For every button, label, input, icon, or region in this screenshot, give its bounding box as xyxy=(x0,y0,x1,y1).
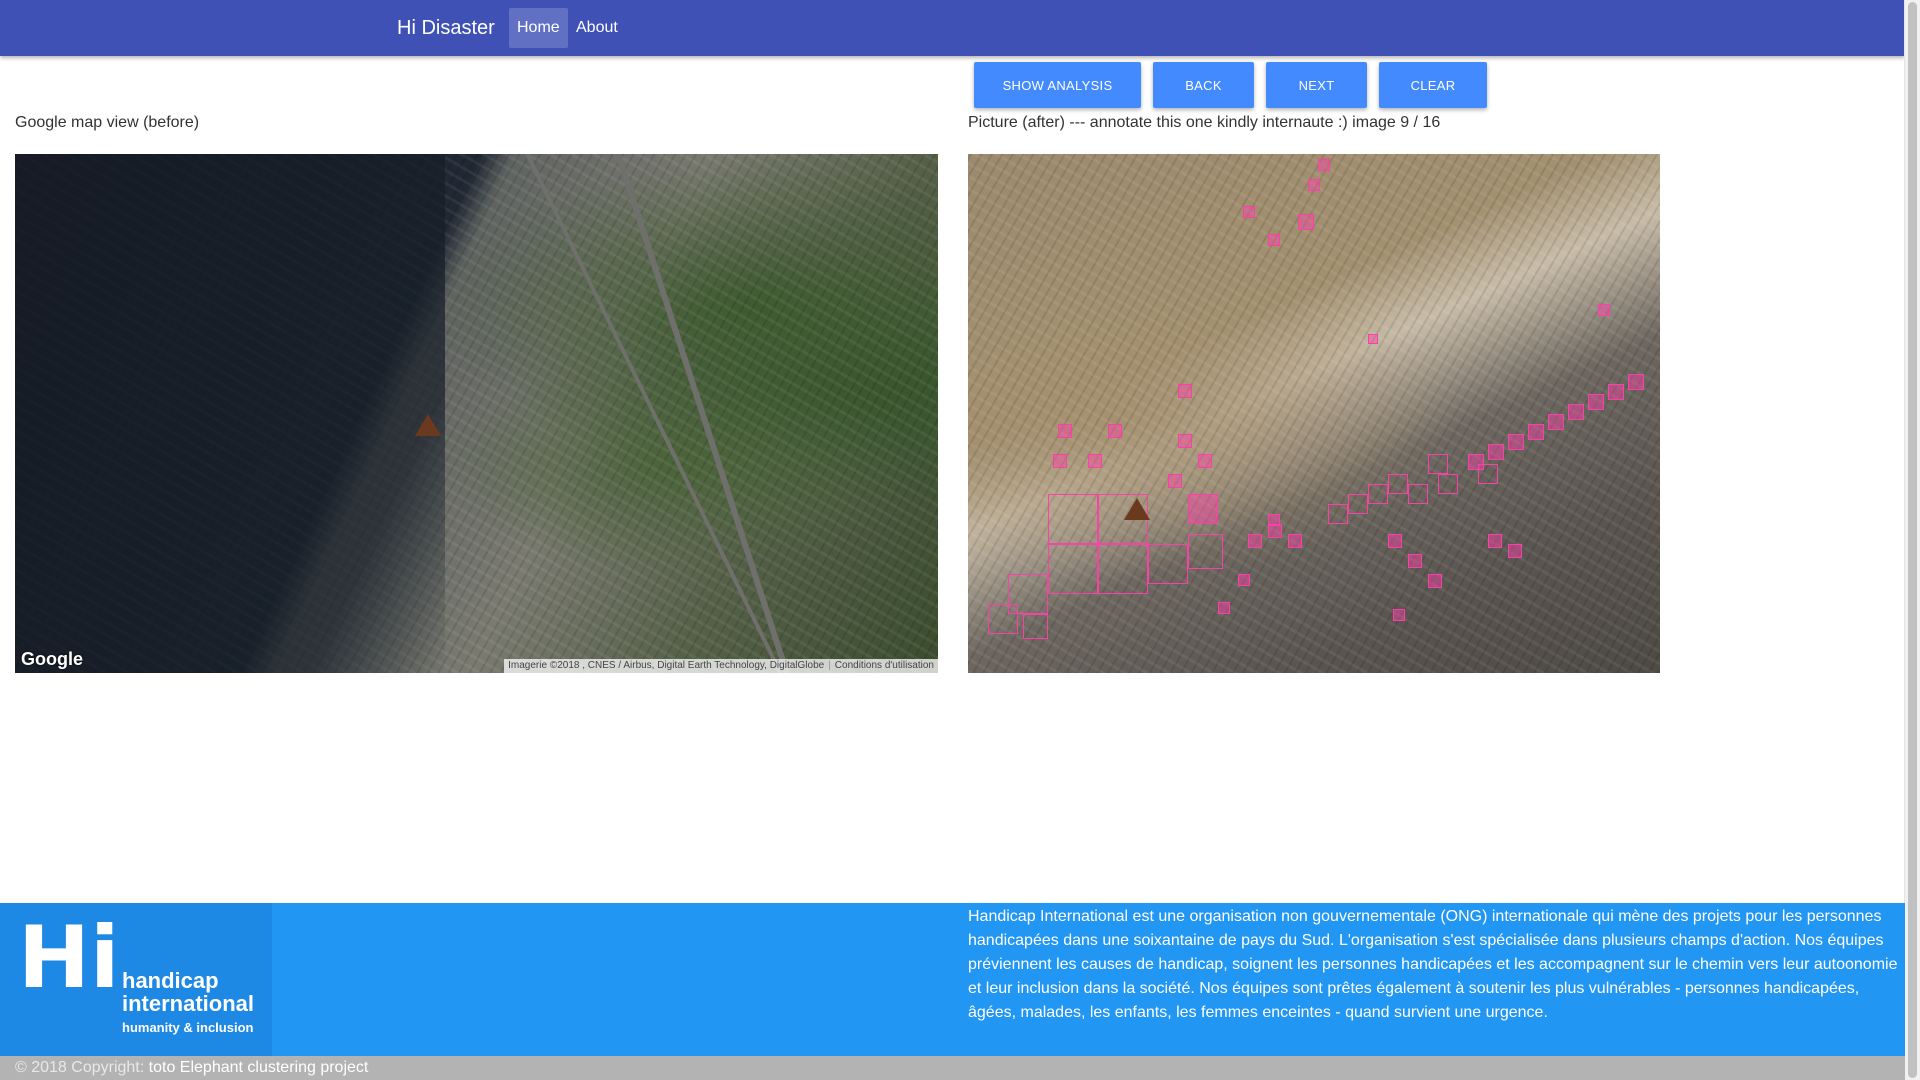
annotation-cell[interactable] xyxy=(1508,434,1524,450)
sea-area xyxy=(15,154,445,673)
annotation-cell[interactable] xyxy=(1598,304,1610,316)
footer: Hi handicap international humanity & inc… xyxy=(0,903,1905,1056)
annotation-cell[interactable] xyxy=(1188,494,1218,524)
annotation-cell[interactable] xyxy=(1368,484,1388,504)
copyright-project-link[interactable]: toto Elephant clustering project xyxy=(149,1059,369,1076)
annotation-cell[interactable] xyxy=(1548,414,1564,430)
annotation-cell[interactable] xyxy=(1408,554,1422,568)
annotation-cell[interactable] xyxy=(1178,434,1192,448)
annotation-cell[interactable] xyxy=(1298,214,1314,230)
annotation-cell[interactable] xyxy=(1428,574,1442,588)
google-map-before[interactable]: ● + − Google Imagerie ©2018 , CNES / Air… xyxy=(15,154,938,673)
location-marker-icon[interactable] xyxy=(415,414,441,436)
annotation-cell[interactable] xyxy=(1178,384,1192,398)
annotation-cell[interactable] xyxy=(1428,454,1448,474)
nav-about-link[interactable]: About xyxy=(568,8,626,48)
next-button[interactable]: NEXT xyxy=(1266,62,1367,108)
annotation-cell[interactable] xyxy=(1288,534,1302,548)
annotation-cell[interactable] xyxy=(1048,544,1098,594)
annotation-cell[interactable] xyxy=(1053,454,1067,468)
annotation-cell[interactable] xyxy=(1318,159,1330,171)
page-scrollbar[interactable] xyxy=(1904,0,1920,1080)
show-analysis-button[interactable]: SHOW ANALYSIS xyxy=(974,62,1141,108)
annotation-cell[interactable] xyxy=(1168,474,1182,488)
annotation-cell[interactable] xyxy=(1438,474,1458,494)
annotation-cell[interactable] xyxy=(1393,609,1405,621)
annotation-cell[interactable] xyxy=(1308,179,1320,191)
location-marker-icon[interactable] xyxy=(1124,498,1150,520)
annotation-cell[interactable] xyxy=(1023,614,1048,639)
annotation-cell[interactable] xyxy=(1048,494,1098,544)
brand-title[interactable]: Hi Disaster xyxy=(397,0,495,56)
annotation-cell[interactable] xyxy=(1348,494,1368,514)
annotation-cell[interactable] xyxy=(1148,544,1188,584)
annotation-cell[interactable] xyxy=(1188,534,1223,569)
annotation-cell[interactable] xyxy=(1408,484,1428,504)
scrollbar-thumb[interactable] xyxy=(1908,2,1917,1078)
annotation-cell[interactable] xyxy=(1508,544,1522,558)
annotation-cell[interactable] xyxy=(1098,544,1148,594)
annotation-cell[interactable] xyxy=(1528,424,1544,440)
logo-tagline: humanity & inclusion xyxy=(122,1020,254,1036)
annotation-cell[interactable] xyxy=(1088,454,1102,468)
annotation-cell[interactable] xyxy=(1328,504,1348,524)
annotation-cell[interactable] xyxy=(1218,602,1230,614)
annotation-cell[interactable] xyxy=(1248,534,1262,548)
annotation-cell[interactable] xyxy=(1198,454,1212,468)
logo-line-handicap: handicap xyxy=(122,968,219,993)
map-attribution: Imagerie ©2018 , CNES / Airbus, Digital … xyxy=(504,659,938,673)
annotation-cell[interactable] xyxy=(1058,424,1072,438)
copyright-bar: © 2018 Copyright: toto Elephant clusteri… xyxy=(0,1056,1905,1080)
top-navbar: Hi Disaster Home About xyxy=(0,0,1905,56)
nav-home-link[interactable]: Home xyxy=(509,8,568,48)
annotation-cell[interactable] xyxy=(1243,206,1255,218)
annotation-cell[interactable] xyxy=(1238,574,1250,586)
annotation-cell[interactable] xyxy=(1368,334,1378,344)
annotation-cell[interactable] xyxy=(1268,234,1280,246)
annotation-cell[interactable] xyxy=(1268,514,1280,526)
annotation-cell[interactable] xyxy=(1608,384,1624,400)
annotation-cell[interactable] xyxy=(1268,524,1282,538)
annotation-cell[interactable] xyxy=(1628,374,1644,390)
annotation-cell[interactable] xyxy=(1108,424,1122,438)
annotation-cell[interactable] xyxy=(1478,464,1498,484)
imagery-credit: Imagerie ©2018 , CNES / Airbus, Digital … xyxy=(508,660,825,671)
handicap-international-logo[interactable]: Hi handicap international humanity & inc… xyxy=(0,903,272,1056)
google-logo[interactable]: Google xyxy=(21,649,83,670)
annotation-cell[interactable] xyxy=(1488,444,1504,460)
footer-description: Handicap International est une organisat… xyxy=(968,908,1898,1021)
annotation-cell[interactable] xyxy=(1388,534,1402,548)
clear-button[interactable]: CLEAR xyxy=(1379,62,1487,108)
logo-line-international: international xyxy=(122,991,255,1017)
annotation-cell[interactable] xyxy=(1588,394,1604,410)
annotation-cell[interactable] xyxy=(1568,404,1584,420)
copyright-prefix: © 2018 Copyright: xyxy=(15,1059,145,1076)
annotation-cell[interactable] xyxy=(1488,534,1502,548)
hi-hand-logo-icon: Hi xyxy=(18,908,120,1008)
after-image-annotation-canvas[interactable] xyxy=(968,154,1660,673)
annotation-cell[interactable] xyxy=(1388,474,1408,494)
after-caption: Picture (after) --- annotate this one ki… xyxy=(968,114,1441,131)
terms-link[interactable]: Conditions d'utilisation xyxy=(835,660,934,671)
back-button[interactable]: BACK xyxy=(1153,62,1254,108)
logo-wordmark: handicap international humanity & inclus… xyxy=(122,969,254,1035)
before-caption: Google map view (before) xyxy=(15,114,200,131)
annotation-cell[interactable] xyxy=(988,604,1018,634)
